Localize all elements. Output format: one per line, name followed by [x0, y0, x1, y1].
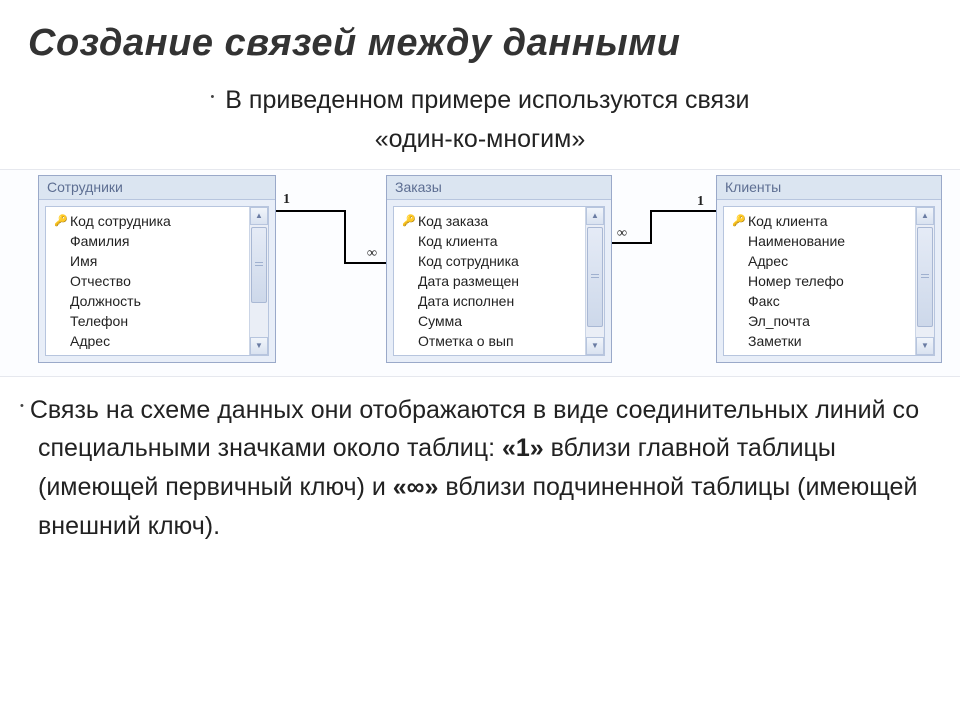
table-row[interactable]: 🔑 Код сотрудника [54, 211, 245, 231]
table-row[interactable]: Заметки [732, 331, 911, 351]
table-row[interactable]: Номер телефо [732, 271, 911, 291]
table-employees[interactable]: Сотрудники 🔑 Код сотрудника Фамилия Имя О… [38, 175, 276, 363]
field-label: Имя [70, 253, 97, 269]
field-label: Факс [748, 293, 780, 309]
scroll-up-button[interactable]: ▲ [916, 207, 934, 225]
field-label: Сумма [418, 313, 462, 329]
table-row[interactable]: Адрес [54, 331, 245, 351]
table-employees-title[interactable]: Сотрудники [39, 176, 275, 200]
scroll-thumb[interactable] [917, 227, 933, 327]
field-label: Код сотрудника [418, 253, 519, 269]
body-bold-one: «1» [502, 434, 544, 462]
field-label: Эл_почта [748, 313, 810, 329]
key-icon: 🔑 [54, 214, 66, 227]
table-row[interactable]: Отметка о вып [402, 331, 581, 351]
table-row[interactable]: 🔑 Код заказа [402, 211, 581, 231]
scroll-down-button[interactable]: ▼ [250, 337, 268, 355]
bullet-icon: • [20, 400, 30, 412]
scrollbar[interactable]: ▲ ▼ [249, 207, 268, 355]
table-row[interactable]: Должность [54, 291, 245, 311]
field-label: Адрес [70, 333, 110, 349]
scroll-thumb[interactable] [251, 227, 267, 303]
relation-line[interactable] [344, 262, 386, 264]
relation-one-label: 1 [696, 194, 705, 210]
field-label: Заметки [748, 333, 802, 349]
relation-many-label: ∞ [366, 246, 378, 262]
table-row[interactable]: Телефон [54, 311, 245, 331]
table-row[interactable]: Дата размещен [402, 271, 581, 291]
table-row[interactable]: Код сотрудника [402, 251, 581, 271]
field-label: Должность [70, 293, 141, 309]
body-paragraph: •Связь на схеме данных они отображаются … [0, 377, 960, 546]
table-row[interactable]: Код клиента [402, 231, 581, 251]
key-icon: 🔑 [732, 214, 744, 227]
table-row[interactable]: Наименование [732, 231, 911, 251]
intro-line-1: В приведенном примере используются связи [225, 86, 749, 114]
relation-line[interactable] [650, 210, 716, 212]
field-label: Адрес [748, 253, 788, 269]
relation-many-label: ∞ [616, 226, 628, 242]
field-label: Отчество [70, 273, 131, 289]
relation-line[interactable] [344, 210, 346, 264]
field-label: Дата размещен [418, 273, 519, 289]
relation-one-label: 1 [282, 192, 291, 208]
relation-line[interactable] [612, 242, 650, 244]
table-row[interactable]: Адрес [732, 251, 911, 271]
table-clients[interactable]: Клиенты 🔑Код клиента Наименование Адрес … [716, 175, 942, 363]
table-row[interactable]: Факс [732, 291, 911, 311]
intro-line-2: «один-ко-многим» [375, 125, 585, 153]
table-row[interactable]: Отчество [54, 271, 245, 291]
table-row[interactable]: Сумма [402, 311, 581, 331]
field-label: Фамилия [70, 233, 129, 249]
table-row[interactable]: Имя [54, 251, 245, 271]
scroll-down-button[interactable]: ▼ [916, 337, 934, 355]
field-label: Телефон [70, 313, 128, 329]
table-orders-title[interactable]: Заказы [387, 176, 611, 200]
scroll-up-button[interactable]: ▲ [250, 207, 268, 225]
table-row[interactable]: Эл_почта [732, 311, 911, 331]
field-label: Код заказа [418, 213, 488, 229]
slide-title: Создание связей между данными [0, 0, 960, 73]
relation-line[interactable] [650, 210, 652, 244]
key-icon: 🔑 [402, 214, 414, 227]
scroll-up-button[interactable]: ▲ [586, 207, 604, 225]
table-row[interactable]: 🔑 Код клиента [732, 211, 911, 231]
field-label: Код сотрудника [70, 213, 171, 229]
intro-text: • В приведенном примере используются свя… [96, 81, 864, 159]
table-row[interactable]: Фамилия [54, 231, 245, 251]
field-label: Дата исполнен [418, 293, 514, 309]
table-row[interactable]: Дата исполнен [402, 291, 581, 311]
relation-line[interactable] [276, 210, 344, 212]
field-label: Номер телефо [748, 273, 844, 289]
scrollbar[interactable]: ▲ ▼ [915, 207, 934, 355]
field-label: Код клиента [748, 213, 828, 229]
body-bold-inf: «∞» [393, 473, 439, 501]
field-label: Отметка о вып [418, 333, 514, 349]
table-clients-title[interactable]: Клиенты [717, 176, 941, 200]
scroll-thumb[interactable] [587, 227, 603, 327]
scroll-down-button[interactable]: ▼ [586, 337, 604, 355]
scrollbar[interactable]: ▲ ▼ [585, 207, 604, 355]
field-label: Наименование [748, 233, 845, 249]
bullet-icon: • [210, 91, 218, 103]
table-orders[interactable]: Заказы 🔑 Код заказа Код клиента Код сотру… [386, 175, 612, 363]
relationships-diagram: Сотрудники 🔑 Код сотрудника Фамилия Имя О… [0, 169, 960, 377]
field-label: Код клиента [418, 233, 498, 249]
